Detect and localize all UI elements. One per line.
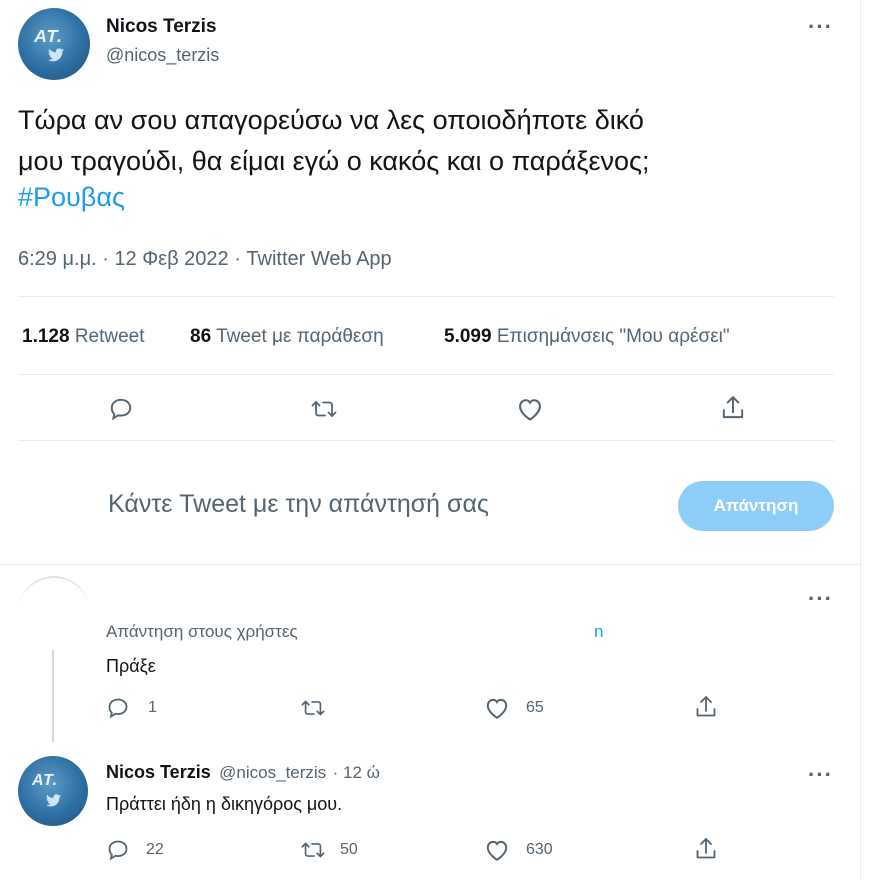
- reply-button[interactable]: Απάντηση: [678, 481, 834, 531]
- reply-icon[interactable]: [108, 396, 134, 422]
- quotes-count: 86: [190, 326, 212, 347]
- retweet-action[interactable]: 50: [300, 838, 358, 862]
- share-icon[interactable]: [720, 394, 746, 422]
- more-icon[interactable]: ···: [808, 586, 833, 612]
- like-count: 630: [526, 841, 553, 858]
- reply-header: Nicos Terzis @nicos_terzis · 12 ώ: [106, 762, 380, 783]
- reply-text: Πράττει ήδη η δικηγόρος μου.: [106, 794, 343, 814]
- author-avatar[interactable]: ΑΤ.: [18, 8, 90, 80]
- bird-icon: [46, 794, 61, 807]
- share-icon[interactable]: [694, 694, 718, 720]
- divider: [18, 440, 834, 441]
- bird-icon: [48, 48, 64, 62]
- hashtag-link[interactable]: #Ρουβας: [18, 182, 125, 213]
- like-icon: [484, 838, 510, 862]
- reply-icon: [106, 696, 130, 720]
- author-handle[interactable]: @nicos_terzis: [219, 763, 326, 782]
- retweets-label: Retweet: [74, 326, 145, 347]
- author-name[interactable]: Nicos Terzis: [106, 762, 211, 782]
- avatar-logo-text: ΑΤ.: [34, 26, 64, 46]
- divider: [18, 374, 834, 375]
- reply-time[interactable]: · 12 ώ: [333, 763, 380, 782]
- like-count: 65: [526, 699, 544, 716]
- like-action[interactable]: 65: [484, 696, 544, 720]
- reply-to-label: Απάντηση στους χρήστες: [106, 622, 298, 641]
- share-icon[interactable]: [694, 836, 718, 862]
- retweets-stat[interactable]: 1.128 Retweet: [22, 326, 145, 348]
- author-avatar[interactable]: ΑΤ.: [18, 756, 88, 826]
- author-handle[interactable]: @nicos_terzis: [106, 45, 219, 66]
- retweet-icon: [300, 838, 326, 862]
- avatar-logo-text: ΑΤ.: [32, 772, 59, 789]
- tweet-timestamp[interactable]: 6:29 μ.μ. · 12 Φεβ 2022 · Twitter Web Ap…: [18, 248, 392, 271]
- like-icon[interactable]: [516, 396, 544, 422]
- more-icon[interactable]: ···: [808, 762, 833, 788]
- retweets-count: 1.128: [22, 326, 70, 347]
- reply-count: 1: [148, 699, 157, 716]
- quotes-label: Tweet με παράθεση: [216, 326, 384, 347]
- reply-avatar-obscured[interactable]: [18, 576, 90, 650]
- reply-action[interactable]: 22: [106, 838, 164, 862]
- likes-label: Επισημάνσεις "Μου αρέσει": [496, 326, 730, 347]
- reply-text: Πράξε: [106, 656, 156, 676]
- quotes-stat[interactable]: 86 Tweet με παράθεση: [190, 326, 384, 348]
- reply-count: 22: [146, 841, 164, 858]
- divider: [18, 296, 834, 297]
- reply-icon: [106, 838, 130, 862]
- retweet-icon[interactable]: [300, 696, 326, 720]
- retweet-icon[interactable]: [310, 396, 338, 422]
- like-action[interactable]: 630: [484, 838, 553, 862]
- tweet-text-line-2: μου τραγούδι, θα είμαι εγώ ο κακός και ο…: [18, 146, 650, 176]
- likes-count: 5.099: [444, 326, 492, 347]
- likes-stat[interactable]: 5.099 Επισημάνσεις "Μου αρέσει": [444, 326, 730, 348]
- retweet-count: 50: [340, 841, 358, 858]
- reply-to-line[interactable]: Απάντηση στους χρήστες n: [106, 622, 603, 642]
- reply-action[interactable]: 1: [106, 696, 157, 720]
- author-name[interactable]: Nicos Terzis: [106, 16, 217, 38]
- tweet-detail-panel: ΑΤ. Nicos Terzis @nicos_terzis ··· Τώρα …: [0, 0, 861, 880]
- reply-compose-input[interactable]: Κάντε Tweet με την απάντησή σας: [108, 490, 489, 519]
- tweet-text-line-1: Τώρα αν σου απαγορεύσω να λες οποιοδήποτ…: [18, 105, 644, 135]
- reply-to-users[interactable]: n: [594, 622, 603, 642]
- divider: [0, 564, 860, 565]
- like-icon: [484, 696, 510, 720]
- thread-line: [52, 650, 54, 742]
- more-icon[interactable]: ···: [808, 14, 833, 40]
